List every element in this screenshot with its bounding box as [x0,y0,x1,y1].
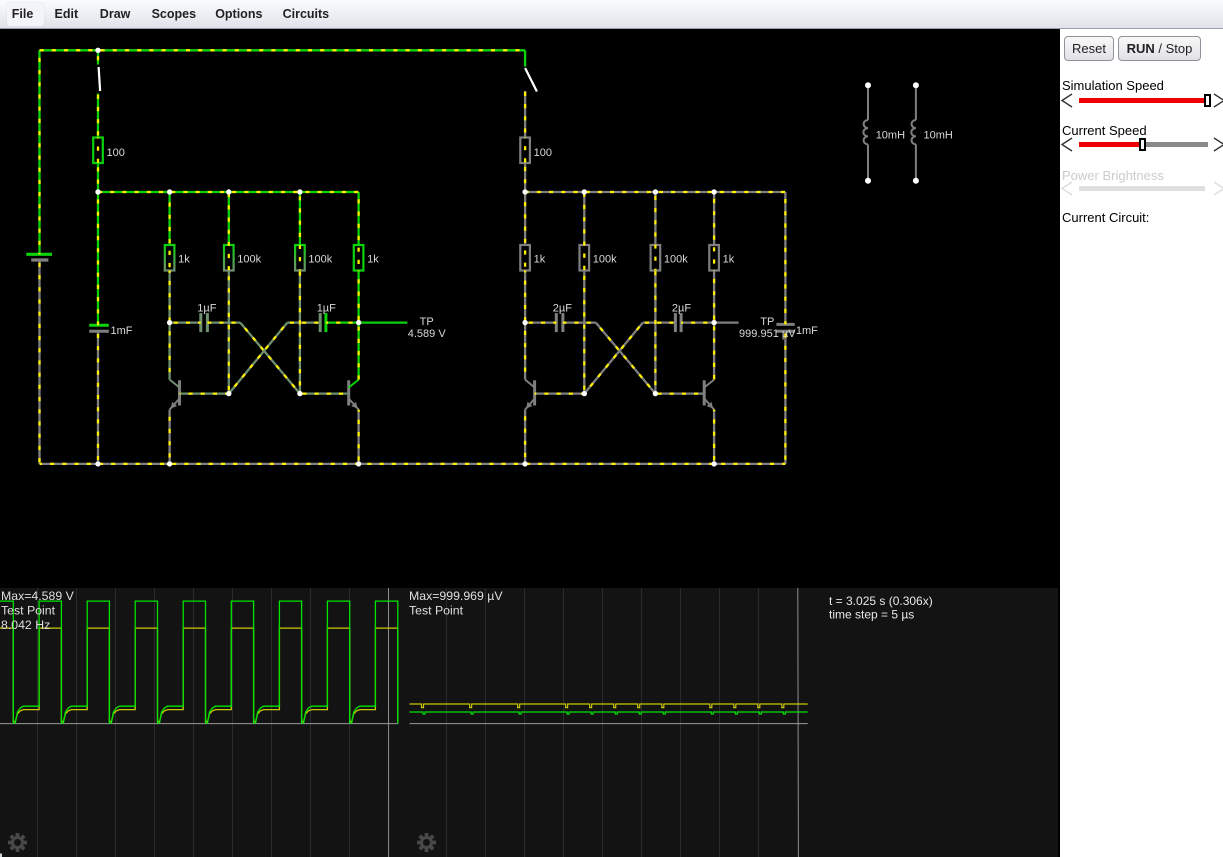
svg-text:8.042 Hz: 8.042 Hz [1,618,50,632]
svg-text:999.951 µV: 999.951 µV [739,328,796,340]
svg-text:time step = 5 µs: time step = 5 µs [829,608,914,622]
svg-text:Test Point: Test Point [409,604,464,618]
svg-text:1µF: 1µF [197,303,216,315]
svg-text:4.589 V: 4.589 V [408,328,447,340]
svg-text:t = 3.025 s (0.306x): t = 3.025 s (0.306x) [829,594,933,608]
svg-text:2µF: 2µF [553,303,572,315]
svg-text:100k: 100k [308,254,332,266]
svg-text:100k: 100k [664,254,688,266]
svg-text:TP: TP [420,316,434,328]
svg-text:Max=4.589 V: Max=4.589 V [1,589,75,603]
svg-text:1k: 1k [367,254,379,266]
svg-text:10mH: 10mH [876,130,905,142]
svg-text:1k: 1k [723,254,735,266]
svg-text:100k: 100k [593,254,617,266]
svg-text:10mH: 10mH [924,130,953,142]
svg-text:Max=999.969 µV: Max=999.969 µV [409,589,503,603]
svg-text:1k: 1k [178,254,190,266]
svg-text:100k: 100k [237,254,261,266]
svg-text:1mF: 1mF [796,325,818,337]
svg-text:1k: 1k [534,254,546,266]
svg-text:1mF: 1mF [111,325,133,337]
svg-text:TP: TP [760,316,774,328]
svg-text:1µF: 1µF [317,303,336,315]
svg-text:Test Point: Test Point [1,604,56,618]
svg-text:2µF: 2µF [672,303,691,315]
svg-text:100: 100 [107,147,125,159]
svg-text:100: 100 [534,147,552,159]
